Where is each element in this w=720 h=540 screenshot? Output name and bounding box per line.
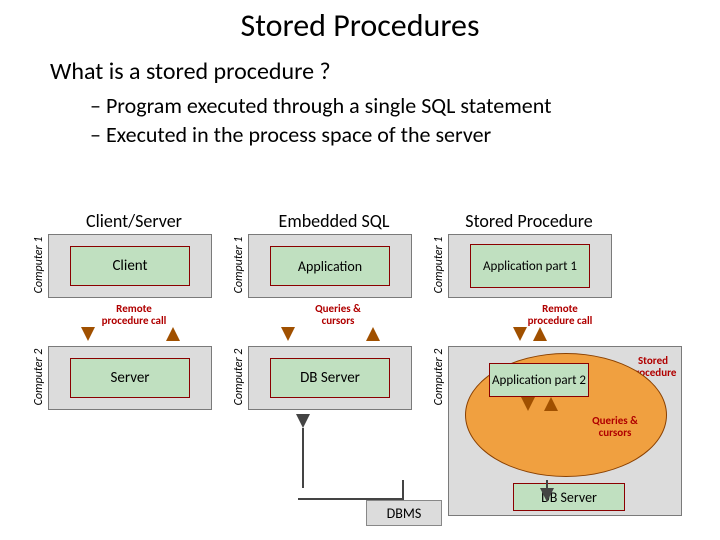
c2-bot-outer: DB Server <box>248 346 412 410</box>
computer1-label-c1: Computer 1 <box>32 230 46 300</box>
subtitle: What is a stored procedure ? <box>0 57 720 86</box>
arrow-down-icon <box>513 327 527 341</box>
c2-top-inner: Application <box>270 246 390 286</box>
arrow-up-icon <box>544 397 558 411</box>
c1-gap: Remote procedure call <box>34 298 234 346</box>
sp-container: Application part 1 Remote procedure call… <box>448 234 682 524</box>
arrow-down-icon <box>296 414 310 428</box>
c1-mid-label: Remote procedure call <box>98 303 170 327</box>
c1-top-outer: Client <box>48 234 212 298</box>
computer2-label-c2: Computer 2 <box>232 342 246 412</box>
c1-top-inner: Client <box>70 246 190 286</box>
c1-bot-outer: Server <box>48 346 212 410</box>
arrow-up-icon <box>533 327 547 341</box>
arrow-down-icon <box>521 397 535 411</box>
computer2-label-c3: Computer 2 <box>432 342 446 412</box>
sp-to-dbserver-arrow <box>540 480 554 500</box>
sp-gap: Remote procedure call <box>448 298 612 346</box>
col-embedded: Embedded SQL Computer 1 Application Quer… <box>234 210 434 410</box>
c2-gap: Queries & cursors <box>234 298 434 346</box>
bullet-1: Program executed through a single SQL st… <box>90 92 720 121</box>
col2-header: Embedded SQL <box>234 210 434 232</box>
col3-header: Stored Procedure <box>434 210 624 232</box>
arrow-up-icon <box>366 327 380 341</box>
page-title: Stored Procedures <box>0 0 720 45</box>
sp-top-outer: Application part 1 <box>448 234 612 298</box>
arrow-down-icon <box>540 488 554 502</box>
sp-part2: Application part 2 <box>489 363 589 397</box>
computer1-label-c2: Computer 1 <box>232 230 246 300</box>
col-stored-procedure: Stored Procedure Computer 1 Computer 2 A… <box>434 210 694 410</box>
sp-bot-outer: Stored procedure Application part 2 Quer… <box>448 346 682 516</box>
c1-bot-inner: Server <box>70 358 190 398</box>
dbms-connector <box>402 480 404 500</box>
sp-dbserver: DB Server <box>513 483 625 511</box>
dbms-box: DBMS <box>366 500 442 526</box>
sp-inner-arrows <box>519 397 559 411</box>
bullet-2: Executed in the process space of the ser… <box>90 121 720 150</box>
arrow-up-icon <box>166 327 180 341</box>
col1-header: Client/Server <box>34 210 234 232</box>
arrow-down-icon <box>81 327 95 341</box>
sp-top-inner: Application part 1 <box>470 244 590 288</box>
diagram-area: Client/Server Computer 1 Client Remote p… <box>34 210 706 410</box>
c2-bot-inner: DB Server <box>270 358 390 398</box>
computer1-label-c3: Computer 1 <box>432 230 446 300</box>
c2-top-outer: Application <box>248 234 412 298</box>
c2-mid-label: Queries & cursors <box>308 303 368 327</box>
sp-qc-label: Queries & cursors <box>587 415 643 439</box>
sp-mid-label: Remote procedure call <box>524 303 596 327</box>
dbms-arrow-down <box>296 414 310 486</box>
arrow-down-icon <box>281 327 295 341</box>
col-client-server: Client/Server Computer 1 Client Remote p… <box>34 210 234 410</box>
computer2-label-c1: Computer 2 <box>32 342 46 412</box>
bullet-list: Program executed through a single SQL st… <box>0 92 720 149</box>
